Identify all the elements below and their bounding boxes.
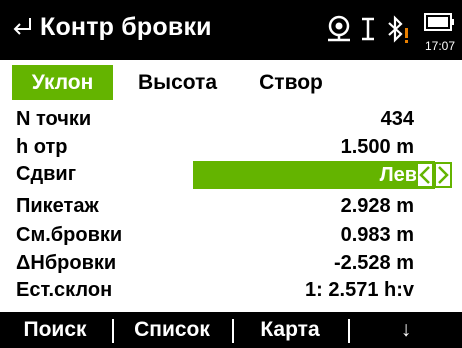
tab-bar: Уклон Высота Створ bbox=[0, 60, 462, 104]
field-label: h отр bbox=[16, 136, 68, 158]
chainage-value: 2.928 m bbox=[340, 195, 414, 217]
tab-height[interactable]: Высота bbox=[121, 65, 234, 100]
field-row: ΔНбровки -2.528 m bbox=[0, 250, 462, 276]
field-row: Сдвиг Лево bbox=[0, 161, 462, 189]
search-button[interactable]: Поиск bbox=[0, 312, 110, 348]
field-row: См.бровки 0.983 m bbox=[0, 222, 462, 248]
point-number-value[interactable]: 434 bbox=[381, 106, 414, 132]
crest-height-diff-value: -2.528 m bbox=[333, 252, 414, 274]
prism-target-icon bbox=[328, 15, 350, 42]
field-row: Ест.склон 1: 2.571 h:v bbox=[0, 277, 462, 303]
target-height-value[interactable]: 1.500 m bbox=[341, 134, 414, 160]
field-label: См.бровки bbox=[16, 224, 123, 246]
previous-option-button[interactable] bbox=[416, 162, 434, 188]
map-button[interactable]: Карта bbox=[234, 312, 346, 348]
back-arrow-icon[interactable] bbox=[10, 14, 34, 38]
clock: 17:07 bbox=[424, 39, 455, 53]
field-row: h отр 1.500 m bbox=[0, 134, 462, 160]
tab-alignment[interactable]: Створ bbox=[244, 65, 338, 100]
chevron-left-icon bbox=[419, 166, 430, 184]
field-label: Сдвиг bbox=[16, 163, 77, 185]
title-bar: Контр бровки 17:07 bbox=[0, 0, 462, 60]
next-option-button[interactable] bbox=[434, 162, 452, 188]
field-label: Ест.склон bbox=[16, 279, 113, 301]
page-title: Контр бровки bbox=[40, 13, 212, 41]
list-button[interactable]: Список bbox=[114, 312, 230, 348]
chevron-right-icon bbox=[438, 166, 449, 184]
text-cursor-icon bbox=[362, 17, 374, 41]
battery-icon bbox=[424, 13, 454, 31]
softkey-bar: Поиск Список Карта ↓ bbox=[0, 312, 462, 348]
bluetooth-warning-icon bbox=[388, 15, 408, 43]
page-down-button[interactable]: ↓ bbox=[350, 312, 462, 348]
tab-slope[interactable]: Уклон bbox=[12, 65, 113, 100]
natural-slope-value[interactable]: 1: 2.571 h:v bbox=[305, 277, 414, 303]
offset-selector[interactable]: Лево bbox=[193, 161, 435, 189]
crest-offset-value: 0.983 m bbox=[340, 224, 414, 246]
field-row: N точки 434 bbox=[0, 106, 462, 132]
field-label: ΔНбровки bbox=[16, 252, 117, 274]
field-label: N точки bbox=[16, 108, 92, 130]
field-label: Пикетаж bbox=[16, 195, 99, 217]
field-row: Пикетаж 2.928 m bbox=[0, 193, 462, 219]
